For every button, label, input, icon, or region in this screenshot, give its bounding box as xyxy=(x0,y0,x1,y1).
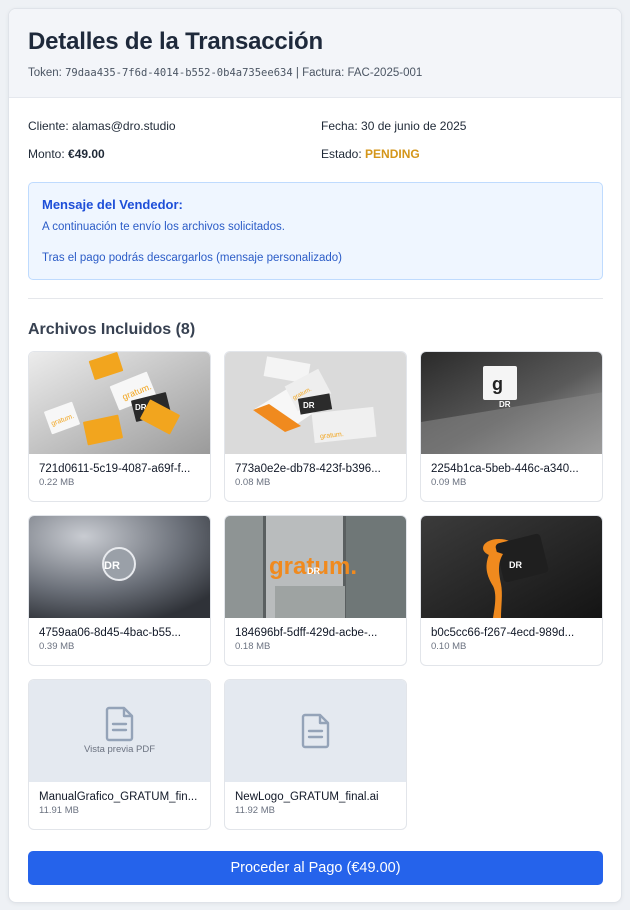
client-value: alamas@dro.studio xyxy=(72,119,176,133)
logo-mark: DR xyxy=(307,566,320,576)
file-card[interactable]: gratum. DR 184696bf-5dff-429d-acbe-... 0… xyxy=(224,515,407,666)
business-cards-mockup: gratum. gratum. DR xyxy=(29,352,210,454)
file-thumbnail[interactable]: gratum. DR xyxy=(225,516,406,618)
seller-message-line-2: Tras el pago podrás descargarlos (mensaj… xyxy=(42,252,343,264)
file-thumbnail[interactable]: g DR xyxy=(421,352,602,454)
document-icon xyxy=(301,713,329,749)
file-size: 0.39 MB xyxy=(39,641,75,652)
logo-mark: DR xyxy=(303,401,315,410)
seller-message-line-1: A continuación te envío los archivos sol… xyxy=(42,221,285,233)
transaction-card: Detalles de la Transacción Token: 79daa4… xyxy=(8,8,622,903)
window-lettering-mockup: gratum. DR xyxy=(225,516,406,618)
proceed-to-payment-button[interactable]: Proceder al Pago (€49.00) xyxy=(28,851,603,885)
transaction-header: Detalles de la Transacción Token: 79daa4… xyxy=(9,9,621,98)
envelopes-mockup: gratum. gratum. DR xyxy=(225,352,406,454)
date-value: 30 de junio de 2025 xyxy=(361,119,467,133)
file-name: 184696bf-5dff-429d-acbe-... xyxy=(235,627,378,639)
files-section-title: Archivos Incluidos (8) xyxy=(28,321,196,338)
file-card[interactable]: DR b0c5cc66-f267-4ecd-989d... 0.10 MB xyxy=(420,515,603,666)
file-thumbnail[interactable]: Vista previa PDF xyxy=(29,680,210,782)
svg-text:g: g xyxy=(492,374,503,394)
file-size: 0.08 MB xyxy=(235,477,271,488)
status-field: Estado: PENDING xyxy=(321,147,420,161)
client-field: Cliente: alamas@dro.studio xyxy=(28,119,176,133)
file-card[interactable]: g DR 2254b1ca-5beb-446c-a340... 0.09 MB xyxy=(420,351,603,502)
invoice-value: FAC-2025-001 xyxy=(347,67,423,79)
file-thumbnail[interactable] xyxy=(225,680,406,782)
meta-separator: | xyxy=(295,67,299,79)
seller-message-title: Mensaje del Vendedor: xyxy=(42,197,183,212)
file-name: 721d0611-5c19-4087-a69f-f... xyxy=(39,463,191,475)
client-label: Cliente: xyxy=(28,119,69,133)
token-value: 79daa435-7f6d-4014-b552-0b4a735ee634 xyxy=(65,67,293,79)
file-name: b0c5cc66-f267-4ecd-989d... xyxy=(431,627,575,639)
token-label: Token: xyxy=(28,67,62,79)
file-size: 0.18 MB xyxy=(235,641,271,652)
pdf-preview-label: Vista previa PDF xyxy=(83,744,156,755)
file-thumbnail[interactable]: DR xyxy=(29,516,210,618)
file-card[interactable]: NewLogo_GRATUM_final.ai 11.92 MB xyxy=(224,679,407,830)
amount-field: Monto: €49.00 xyxy=(28,147,105,161)
status-label: Estado: xyxy=(321,147,362,161)
file-name: NewLogo_GRATUM_final.ai xyxy=(235,791,379,803)
file-size: 0.09 MB xyxy=(431,477,467,488)
wall-sign-mockup: g DR xyxy=(421,352,602,454)
transaction-info: Cliente: alamas@dro.studio Fecha: 30 de … xyxy=(9,98,621,178)
file-name: 773a0e2e-db78-423f-b396... xyxy=(235,463,381,475)
amount-label: Monto: xyxy=(28,147,65,161)
logo-mark: DR xyxy=(499,400,511,409)
file-thumbnail[interactable]: gratum. gratum. DR xyxy=(29,352,210,454)
page-title: Detalles de la Transacción xyxy=(28,28,323,55)
seller-message: Mensaje del Vendedor: A continuación te … xyxy=(28,182,603,280)
file-name: 2254b1ca-5beb-446c-a340... xyxy=(431,463,579,475)
file-size: 0.10 MB xyxy=(431,641,467,652)
file-card[interactable]: gratum. gratum. DR 721d0611-5c19-4087-a6… xyxy=(28,351,211,502)
file-name: 4759aa06-8d45-4bac-b55... xyxy=(39,627,181,639)
invoice-label: Factura: xyxy=(302,67,345,79)
amount-value: €49.00 xyxy=(68,147,105,161)
date-label: Fecha: xyxy=(321,119,358,133)
file-size: 0.22 MB xyxy=(39,477,75,488)
document-icon xyxy=(105,706,133,742)
file-thumbnail[interactable]: gratum. gratum. DR xyxy=(225,352,406,454)
date-field: Fecha: 30 de junio de 2025 xyxy=(321,119,466,133)
file-card[interactable]: DR 4759aa06-8d45-4bac-b55... 0.39 MB xyxy=(28,515,211,666)
file-name: ManualGrafico_GRATUM_fin... xyxy=(39,791,198,803)
status-badge: PENDING xyxy=(365,147,420,161)
file-size: 11.91 MB xyxy=(39,805,79,816)
paint-can-mockup: DR xyxy=(421,516,602,618)
transaction-meta: Token: 79daa435-7f6d-4014-b552-0b4a735ee… xyxy=(28,67,602,79)
file-size: 11.92 MB xyxy=(235,805,275,816)
file-card[interactable]: gratum. gratum. DR 773a0e2e-db78-423f-b3… xyxy=(224,351,407,502)
logo-mark: DR xyxy=(104,560,120,572)
file-thumbnail[interactable]: DR xyxy=(421,516,602,618)
metal-emblem-mockup: DR xyxy=(29,516,210,618)
logo-mark: DR xyxy=(509,560,522,570)
divider xyxy=(28,298,603,299)
file-card[interactable]: Vista previa PDF ManualGrafico_GRATUM_fi… xyxy=(28,679,211,830)
